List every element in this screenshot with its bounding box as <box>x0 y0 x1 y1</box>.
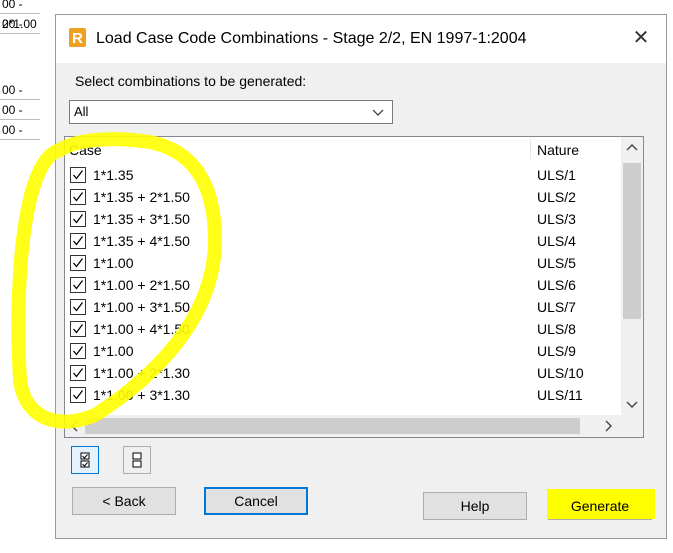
row-case-label: 1*1.35 + 3*1.50 <box>93 211 190 227</box>
dialog-title: Load Case Code Combinations - Stage 2/2,… <box>96 30 527 47</box>
row-case-label: 1*1.35 + 2*1.50 <box>93 189 190 205</box>
row-checkbox[interactable] <box>70 387 86 403</box>
load-case-combinations-dialog: R Load Case Code Combinations - Stage 2/… <box>55 14 667 539</box>
row-checkbox[interactable] <box>70 167 86 183</box>
row-case-label: 1*1.00 + 2*1.30 <box>93 365 190 381</box>
row-case-label: 1*1.00 <box>93 255 134 271</box>
background-cell: 00 - <box>0 80 40 100</box>
row-nature-label: ULS/4 <box>537 233 576 249</box>
row-case-label: 1*1.00 + 3*1.50 <box>93 299 190 315</box>
row-case-label: 1*1.35 <box>93 167 134 183</box>
list-item[interactable]: 1*1.00 + 3*1.30 ULS/11 <box>65 384 621 406</box>
column-divider[interactable] <box>530 139 531 159</box>
filter-selected-value: All <box>74 104 89 119</box>
row-nature-label: ULS/9 <box>537 343 576 359</box>
list-item[interactable]: 1*1.35 + 2*1.50 ULS/2 <box>65 186 621 208</box>
checkmark-icon <box>73 258 84 268</box>
checkmark-icon <box>73 236 84 246</box>
row-checkbox[interactable] <box>70 299 86 315</box>
row-case-label: 1*1.00 + 2*1.50 <box>93 277 190 293</box>
row-nature-label: ULS/6 <box>537 277 576 293</box>
list-item[interactable]: 1*1.35 ULS/1 <box>65 164 621 186</box>
svg-text:R: R <box>72 30 83 47</box>
checkmark-icon <box>73 346 84 356</box>
scroll-up-icon[interactable] <box>626 143 638 151</box>
help-button[interactable]: Help <box>423 492 527 520</box>
close-button[interactable]: ✕ <box>626 25 656 53</box>
chevron-down-icon <box>372 109 384 116</box>
column-header-nature[interactable]: Nature <box>537 142 579 158</box>
column-header-case[interactable]: Case <box>69 142 102 158</box>
checkmark-icon <box>73 170 84 180</box>
vertical-scroll-thumb[interactable] <box>623 163 641 319</box>
row-checkbox[interactable] <box>70 343 86 359</box>
filter-dropdown[interactable]: All <box>69 100 393 124</box>
list-item[interactable]: 1*1.35 + 4*1.50 ULS/4 <box>65 230 621 252</box>
row-checkbox[interactable] <box>70 277 86 293</box>
background-cell: 00 - <box>0 120 40 140</box>
scroll-right-icon[interactable] <box>605 420 613 432</box>
row-nature-label: ULS/7 <box>537 299 576 315</box>
scroll-left-icon[interactable] <box>70 420 78 432</box>
scroll-down-icon[interactable] <box>626 401 638 409</box>
checkmark-icon <box>73 390 84 400</box>
checkmark-icon <box>73 192 84 202</box>
deselect-all-button[interactable] <box>123 446 151 474</box>
back-button[interactable]: < Back <box>72 487 176 515</box>
title-bar[interactable]: R Load Case Code Combinations - Stage 2/… <box>56 15 666 63</box>
background-cell: 00 - <box>0 14 40 34</box>
select-all-icon <box>80 452 90 468</box>
list-item[interactable]: 1*1.00 + 3*1.50 ULS/7 <box>65 296 621 318</box>
combinations-list[interactable]: Case Nature 1*1.35 ULS/1 1*1.35 + 2*1.50 UL… <box>64 136 644 438</box>
row-case-label: 1*1.00 + 3*1.30 <box>93 387 190 403</box>
checkmark-icon <box>73 302 84 312</box>
cancel-button[interactable]: Cancel <box>204 487 308 515</box>
background-cell: 00 - <box>0 100 40 120</box>
row-checkbox[interactable] <box>70 189 86 205</box>
vertical-scrollbar[interactable] <box>621 137 643 415</box>
scrollbar-corner <box>621 415 643 437</box>
horizontal-scrollbar[interactable] <box>65 415 621 437</box>
row-checkbox[interactable] <box>70 211 86 227</box>
list-item[interactable]: 1*1.00 ULS/9 <box>65 340 621 362</box>
horizontal-scroll-thumb[interactable] <box>85 418 580 434</box>
checkmark-icon <box>73 368 84 378</box>
row-nature-label: ULS/3 <box>537 211 576 227</box>
deselect-all-icon <box>132 452 142 468</box>
robot-app-icon: R <box>69 28 86 47</box>
row-checkbox[interactable] <box>70 321 86 337</box>
row-nature-label: ULS/1 <box>537 167 576 183</box>
checkmark-icon <box>73 324 84 334</box>
checkmark-icon <box>73 280 84 290</box>
row-nature-label: ULS/11 <box>537 387 583 403</box>
row-case-label: 1*1.35 + 4*1.50 <box>93 233 190 249</box>
list-item[interactable]: 1*1.00 + 2*1.50 ULS/6 <box>65 274 621 296</box>
list-item[interactable]: 1*1.00 ULS/5 <box>65 252 621 274</box>
row-nature-label: ULS/10 <box>537 365 584 381</box>
row-nature-label: ULS/8 <box>537 321 576 337</box>
row-nature-label: ULS/5 <box>537 255 576 271</box>
background-cell: 00 - 2*1.00 <box>0 0 40 31</box>
select-all-button[interactable] <box>71 446 99 474</box>
row-checkbox[interactable] <box>70 365 86 381</box>
generate-label: Generate <box>570 498 630 514</box>
list-item[interactable]: 1*1.00 + 4*1.50 ULS/8 <box>65 318 621 340</box>
close-icon: ✕ <box>632 27 650 49</box>
selection-prompt: Select combinations to be generated: <box>75 73 307 89</box>
checkmark-icon <box>73 214 84 224</box>
list-item[interactable]: 1*1.35 + 3*1.50 ULS/3 <box>65 208 621 230</box>
row-nature-label: ULS/2 <box>537 189 576 205</box>
background-spreadsheet: 00 - 2*1.00 00 - 00 - 00 - 00 - <box>0 0 40 553</box>
row-checkbox[interactable] <box>70 255 86 271</box>
row-checkbox[interactable] <box>70 233 86 249</box>
row-case-label: 1*1.00 <box>93 343 134 359</box>
list-item[interactable]: 1*1.00 + 2*1.30 ULS/10 <box>65 362 621 384</box>
row-case-label: 1*1.00 + 4*1.50 <box>93 321 190 337</box>
